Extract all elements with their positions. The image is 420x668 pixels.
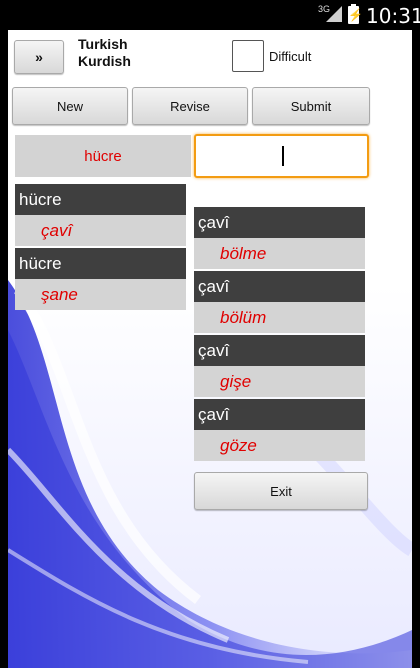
right-list-translation[interactable]: gişe	[194, 366, 365, 397]
text-caret	[282, 146, 284, 166]
right-list-term[interactable]: çavî	[194, 271, 365, 302]
answer-input[interactable]	[194, 134, 369, 178]
menu-next-button[interactable]: »	[14, 40, 64, 74]
left-list-translation[interactable]: çavî	[15, 215, 186, 246]
submit-button[interactable]: Submit	[252, 87, 370, 125]
right-list-translation[interactable]: bölme	[194, 238, 365, 269]
left-list-term[interactable]: hücre	[15, 248, 186, 279]
right-list-term[interactable]: çavî	[194, 207, 365, 238]
left-list-translation[interactable]: şane	[15, 279, 186, 310]
right-list-translation[interactable]: bölüm	[194, 302, 365, 333]
difficult-checkbox[interactable]	[232, 40, 264, 72]
question-word: hücre	[15, 135, 191, 177]
right-list-translation[interactable]: göze	[194, 430, 365, 461]
difficult-label: Difficult	[269, 49, 312, 64]
app-screen: » Turkish Kurdish Difficult New Revise S…	[8, 30, 412, 668]
new-button[interactable]: New	[12, 87, 128, 125]
left-list-term[interactable]: hücre	[15, 184, 186, 215]
language-to: Kurdish	[78, 53, 131, 69]
status-time: 10:31	[366, 4, 420, 28]
revise-button[interactable]: Revise	[132, 87, 248, 125]
right-list-term[interactable]: çavî	[194, 335, 365, 366]
battery-charging-icon: ⚡	[348, 4, 363, 24]
language-pair: Turkish Kurdish	[78, 36, 131, 70]
status-bar: 3G ⚡ 10:31	[0, 0, 420, 30]
language-from: Turkish	[78, 36, 128, 52]
signal-icon	[326, 6, 342, 22]
exit-button[interactable]: Exit	[194, 472, 368, 510]
right-list-term[interactable]: çavî	[194, 399, 365, 430]
